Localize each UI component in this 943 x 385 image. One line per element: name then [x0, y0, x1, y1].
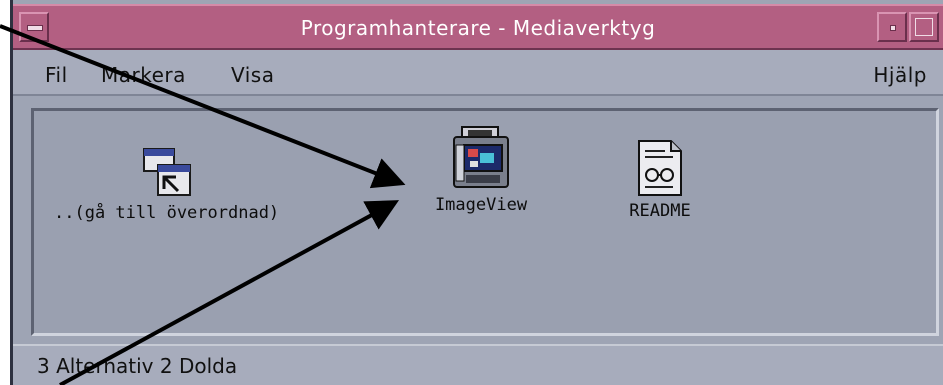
maximize-button[interactable]: [909, 12, 939, 42]
title-bar[interactable]: Programhanterare - Mediaverktyg: [13, 4, 943, 50]
parent-folder-label: ..(gå till överordnad): [54, 203, 280, 223]
status-text: 3 Alternativ 2 Dolda: [37, 354, 238, 378]
file-view-area[interactable]: ..(gå till överordnad) ImageView README: [31, 108, 939, 336]
imageview-item[interactable]: ImageView: [406, 125, 556, 215]
minimize-button[interactable]: [877, 12, 907, 42]
parent-folder-item[interactable]: ..(gå till överordnad): [54, 147, 280, 223]
imageview-app-icon: [453, 126, 509, 188]
menu-visa[interactable]: Visa: [231, 63, 274, 87]
readme-item[interactable]: README: [610, 139, 710, 221]
menu-markera[interactable]: Markera: [101, 63, 186, 87]
menu-fil[interactable]: Fil: [45, 63, 68, 87]
readme-label: README: [629, 201, 691, 221]
status-bar: 3 Alternativ 2 Dolda: [13, 344, 943, 385]
imageview-label: ImageView: [434, 195, 528, 215]
parent-folder-icon: [143, 148, 191, 196]
menu-hjalp[interactable]: Hjälp: [873, 63, 927, 87]
window-title: Programhanterare - Mediaverktyg: [300, 16, 656, 40]
file-manager-window: Programhanterare - Mediaverktyg Fil Mark…: [10, 0, 943, 385]
menu-bar: Fil Markera Visa Hjälp: [13, 50, 943, 96]
readme-document-icon: [638, 140, 682, 196]
